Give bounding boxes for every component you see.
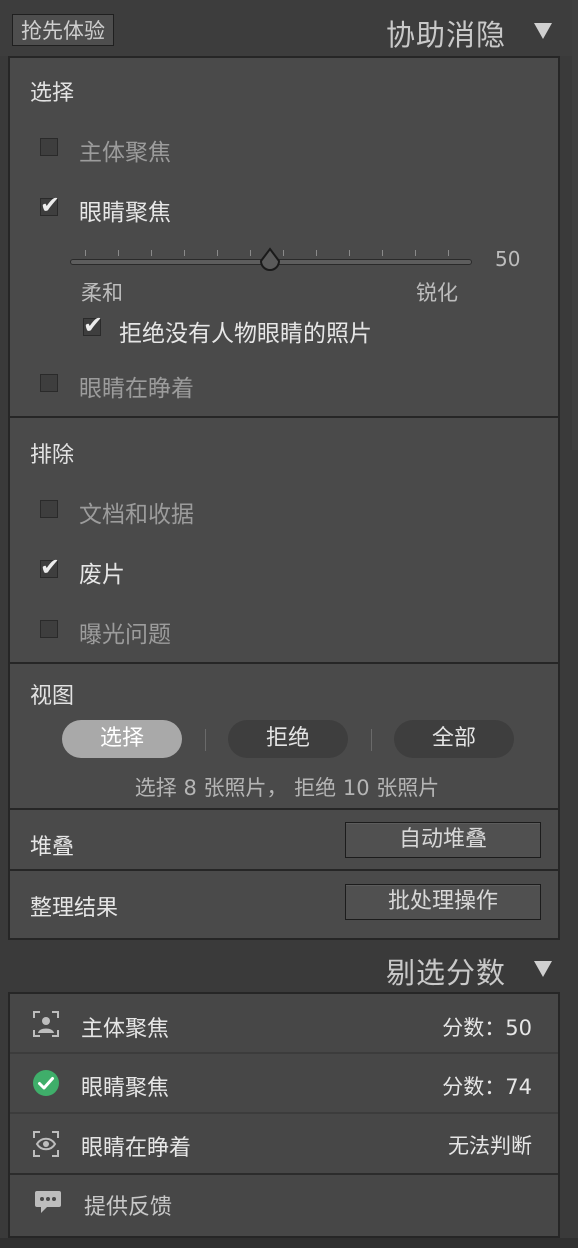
- slider-tick: [415, 250, 416, 256]
- section-title-view: 视图: [30, 684, 75, 709]
- score-name: 眼睛在睁着: [81, 1136, 192, 1161]
- slider-min-label: 柔和: [81, 281, 123, 305]
- subject-focus-checkbox[interactable]: [40, 138, 58, 156]
- bottom-edge: [0, 1238, 578, 1248]
- eye-icon: [33, 1131, 59, 1157]
- scores-panel-title: 剔选分数: [386, 956, 507, 990]
- eyes-open-checkbox[interactable]: [40, 374, 58, 392]
- scrollbar[interactable]: [572, 0, 578, 450]
- feedback-link[interactable]: 提供反馈: [84, 1189, 172, 1221]
- row-divider: [10, 1173, 558, 1175]
- checkmark-icon: ✔: [40, 553, 61, 581]
- score-value: 分数：50: [442, 1016, 532, 1040]
- eyes-open-label: 眼睛在睁着: [79, 376, 194, 402]
- section-divider: [8, 416, 560, 418]
- slider-tick: [382, 250, 383, 256]
- checkmark-icon: ✔: [40, 191, 61, 219]
- slider-tick: [316, 250, 317, 256]
- row-divider: [10, 1112, 558, 1114]
- slider-tick: [283, 250, 284, 256]
- slider-tick: [85, 250, 86, 256]
- row-divider: [10, 1052, 558, 1054]
- slider-tick: [217, 250, 218, 256]
- view-tab-all[interactable]: 全部: [394, 720, 514, 758]
- section-divider: [8, 808, 560, 810]
- score-name: 主体聚焦: [81, 1017, 170, 1042]
- section-title-select: 选择: [30, 81, 75, 106]
- view-tab-select[interactable]: 选择: [62, 720, 182, 758]
- feedback-bubble-icon: [35, 1191, 61, 1213]
- batch-action-button[interactable]: 批处理操作: [345, 884, 541, 920]
- slider-thumb[interactable]: [258, 247, 282, 275]
- reject-no-eyes-label: 拒绝没有人物眼睛的照片: [119, 321, 372, 347]
- checkmark-icon: ✔: [83, 311, 104, 339]
- slider-tick: [184, 250, 185, 256]
- subject-focus-label: 主体聚焦: [79, 140, 171, 166]
- check-circle-icon: [33, 1070, 59, 1096]
- documents-checkbox[interactable]: [40, 500, 58, 518]
- panel-title: 协助消隐: [386, 18, 507, 52]
- slider-tick: [349, 250, 350, 256]
- slider-tick: [151, 250, 152, 256]
- score-name: 眼睛聚焦: [81, 1076, 170, 1101]
- stack-label: 堆叠: [30, 835, 75, 860]
- slider-value: 50: [495, 247, 521, 271]
- section-divider: [8, 869, 560, 871]
- score-value: 无法判断: [448, 1134, 532, 1158]
- documents-label: 文档和收据: [79, 502, 194, 528]
- slider-max-label: 锐化: [416, 281, 458, 305]
- organize-label: 整理结果: [30, 896, 119, 921]
- tab-separator: [205, 729, 206, 751]
- early-access-badge: 抢先体验: [12, 14, 114, 46]
- section-divider: [8, 662, 560, 664]
- slider-tick: [118, 250, 119, 256]
- subject-icon: [33, 1011, 59, 1037]
- slider-tick: [250, 250, 251, 256]
- selection-summary: 选择 8 张照片， 拒绝 10 张照片: [134, 776, 440, 800]
- rejects-label: 废片: [79, 562, 125, 588]
- auto-stack-button[interactable]: 自动堆叠: [345, 822, 541, 858]
- score-value: 分数：74: [442, 1075, 532, 1099]
- slider-tick: [448, 250, 449, 256]
- tab-separator: [371, 729, 372, 751]
- exposure-label: 曝光问题: [79, 622, 171, 648]
- view-tab-reject[interactable]: 拒绝: [228, 720, 348, 758]
- exposure-checkbox[interactable]: [40, 620, 58, 638]
- collapse-triangle-icon[interactable]: [534, 961, 552, 977]
- collapse-triangle-icon[interactable]: [534, 23, 552, 39]
- section-title-exclude: 排除: [30, 443, 75, 468]
- eye-focus-label: 眼睛聚焦: [79, 200, 171, 226]
